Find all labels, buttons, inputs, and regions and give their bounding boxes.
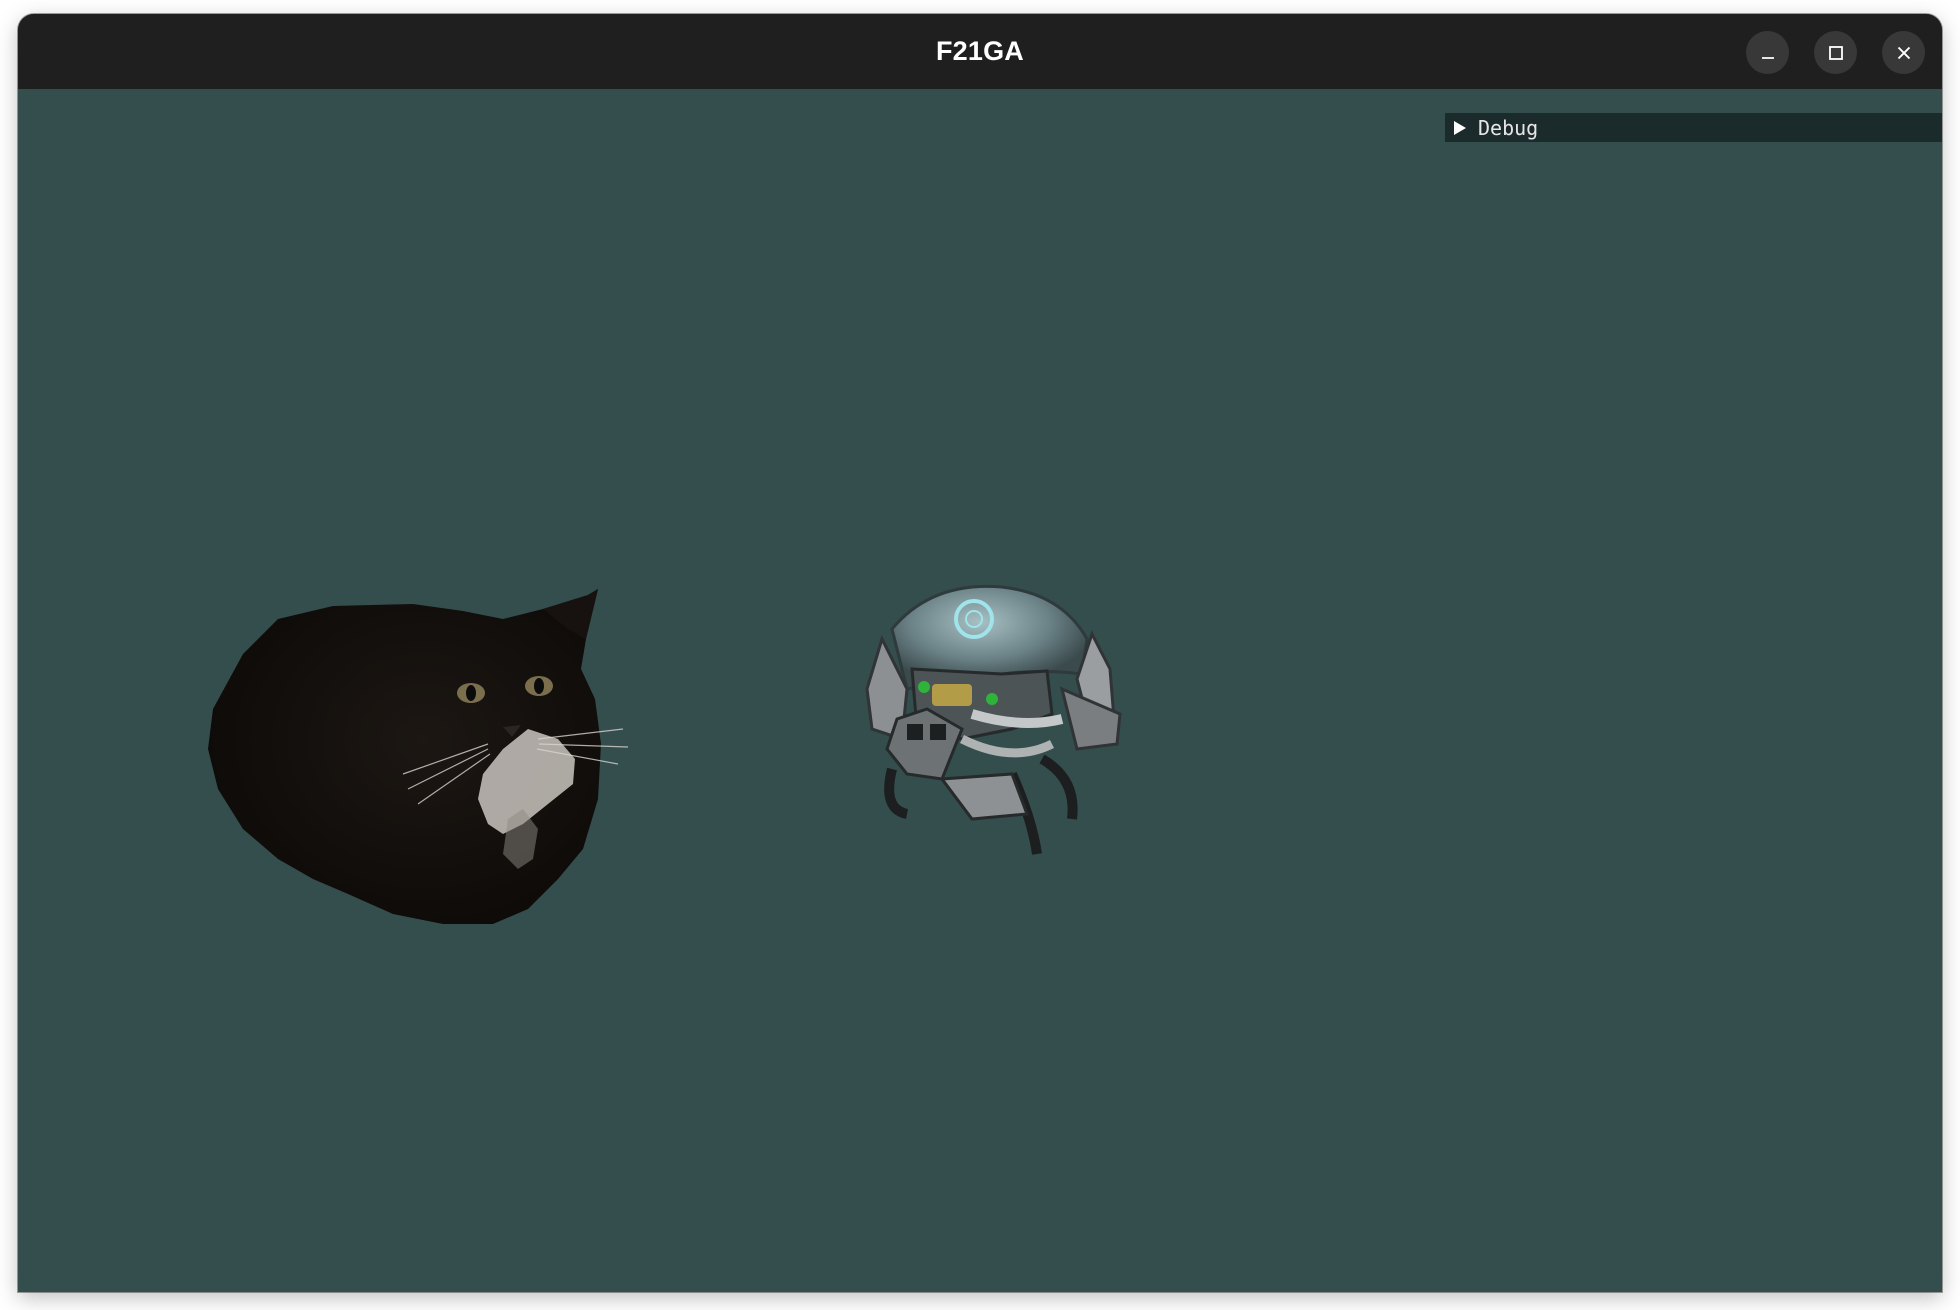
window-title: F21GA [935,36,1025,66]
debug-panel-header[interactable]: Debug [1445,113,1942,142]
app-window: F21GA Debug [18,14,1942,1292]
cat-model [208,589,629,924]
maximize-icon [1828,45,1844,61]
title-bar[interactable]: F21GA [18,14,1942,89]
close-button[interactable] [1882,31,1925,74]
close-icon [1896,45,1912,61]
debug-panel-label: Debug [1478,115,1539,140]
maximize-button[interactable] [1814,31,1857,74]
triangle-right-icon [1453,119,1469,137]
minimize-button[interactable] [1746,31,1789,74]
render-viewport[interactable]: Debug [18,89,1942,1292]
drone-model [865,584,1122,855]
minimize-icon [1760,45,1776,61]
